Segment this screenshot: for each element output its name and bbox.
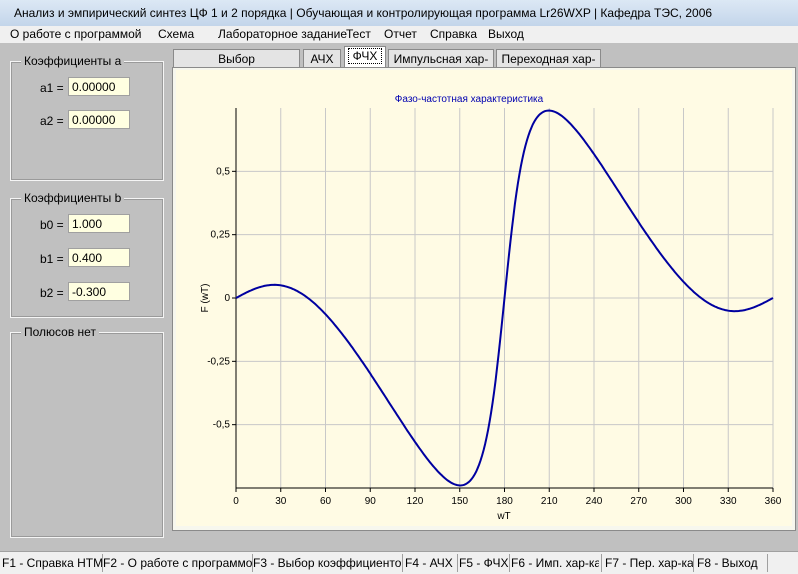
tab-step[interactable]: Переходная хар-ка <box>496 49 601 84</box>
menu-exit[interactable]: Выход <box>488 27 524 41</box>
menu-test[interactable]: Тест <box>346 27 371 41</box>
x-tick-label: 270 <box>630 496 647 507</box>
x-tick-label: 330 <box>720 496 737 507</box>
status-separator <box>767 554 768 572</box>
status-f2-about[interactable]: F2 - О работе с программой <box>103 555 252 572</box>
y-tick-label: -0,25 <box>207 356 230 367</box>
status-separator <box>457 554 458 572</box>
x-tick-label: 120 <box>407 496 424 507</box>
b2-label: b2 = <box>40 286 64 300</box>
y-tick-label: -0,5 <box>213 420 231 431</box>
menu-scheme[interactable]: Схема <box>158 27 194 41</box>
menu-report[interactable]: Отчет <box>384 27 417 41</box>
status-f5-pfc[interactable]: F5 - ФЧХ <box>459 555 509 572</box>
menu-bar: О работе с программой Схема Лабораторное… <box>0 26 798 43</box>
b2-field[interactable]: -0.300 <box>68 282 130 301</box>
b0-label: b0 = <box>40 218 64 232</box>
status-separator <box>402 554 403 572</box>
x-axis-label: wT <box>496 511 510 522</box>
b1-label: b1 = <box>40 252 64 266</box>
a2-label: a2 = <box>40 114 64 128</box>
status-f6-impulse[interactable]: F6 - Имп. хар-ка <box>511 555 599 572</box>
a1-label: a1 = <box>40 81 64 95</box>
menu-lab-task[interactable]: Лабораторное задание <box>218 27 347 41</box>
status-separator <box>693 554 694 572</box>
coefficients-b-title: Коэффициенты b <box>21 191 125 205</box>
x-tick-label: 30 <box>275 496 287 507</box>
status-separator <box>509 554 510 572</box>
b0-field[interactable]: 1.000 <box>68 214 130 233</box>
menu-about[interactable]: О работе с программой <box>10 27 141 41</box>
chart-title: Фазо-частотная характеристика <box>395 94 544 105</box>
coefficients-a-title: Коэффициенты a <box>21 54 125 68</box>
status-separator <box>601 554 602 572</box>
y-tick-label: 0,5 <box>216 166 230 177</box>
x-tick-label: 180 <box>496 496 513 507</box>
poles-group: Полюсов нет <box>10 325 164 538</box>
phase-chart: Фазо-частотная характеристика 0 30 60 90 120… <box>200 94 782 522</box>
y-axis-label: F (wT) <box>200 284 211 313</box>
status-f7-step[interactable]: F7 - Пер. хар-ка <box>605 555 693 572</box>
a1-field[interactable]: 0.00000 <box>68 77 130 96</box>
x-tick-label: 150 <box>451 496 468 507</box>
x-tick-label: 300 <box>675 496 692 507</box>
x-tick-label: 240 <box>586 496 603 507</box>
window-title: Анализ и эмпирический синтез ЦФ 1 и 2 по… <box>14 6 713 20</box>
x-tick-label: 360 <box>765 496 782 507</box>
x-tick-label: 90 <box>365 496 377 507</box>
x-tick-label: 0 <box>233 496 239 507</box>
x-tick-label: 60 <box>320 496 332 507</box>
chart-panel: Фазо-частотная характеристика 0 30 60 90 120… <box>172 67 796 531</box>
coefficients-b-group: Коэффициенты b b0 = 1.000 b1 = 0.400 b2 … <box>10 191 164 318</box>
poles-title: Полюсов нет <box>21 325 99 339</box>
status-f8-exit[interactable]: F8 - Выход <box>697 555 767 572</box>
tab-strip: Выбор коэффициентов АЧХ ФЧХ Импульсная х… <box>172 46 798 84</box>
y-tick-label: 0 <box>224 293 230 304</box>
tab-coefficients[interactable]: Выбор коэффициентов <box>173 49 300 84</box>
tab-afc-label: АЧХ <box>310 52 334 66</box>
status-f3-coefficients[interactable]: F3 - Выбор коэффициентов <box>253 555 402 572</box>
tab-impulse[interactable]: Импульсная хар-ка <box>388 49 494 84</box>
status-bar: F1 - Справка HTML F2 - О работе с програ… <box>0 551 798 574</box>
status-f1-help[interactable]: F1 - Справка HTML <box>2 555 102 572</box>
a2-field[interactable]: 0.00000 <box>68 110 130 129</box>
coefficients-a-group: Коэффициенты a a1 = 0.00000 a2 = 0.00000 <box>10 54 164 181</box>
tab-pfc[interactable]: ФЧХ <box>344 46 386 68</box>
x-tick-label: 210 <box>541 496 558 507</box>
b1-field[interactable]: 0.400 <box>68 248 130 267</box>
title-bar: Анализ и эмпирический синтез ЦФ 1 и 2 по… <box>0 0 798 27</box>
chart-ticks: 0 30 60 90 120 150 180 210 240 270 300 330 360 0,5 0,2… <box>207 166 782 507</box>
menu-help[interactable]: Справка <box>430 27 477 41</box>
y-tick-label: 0,25 <box>211 230 231 241</box>
tab-afc[interactable]: АЧХ <box>303 49 341 67</box>
status-f4-afc[interactable]: F4 - АЧХ <box>405 555 457 572</box>
tab-pfc-label: ФЧХ <box>347 48 383 64</box>
